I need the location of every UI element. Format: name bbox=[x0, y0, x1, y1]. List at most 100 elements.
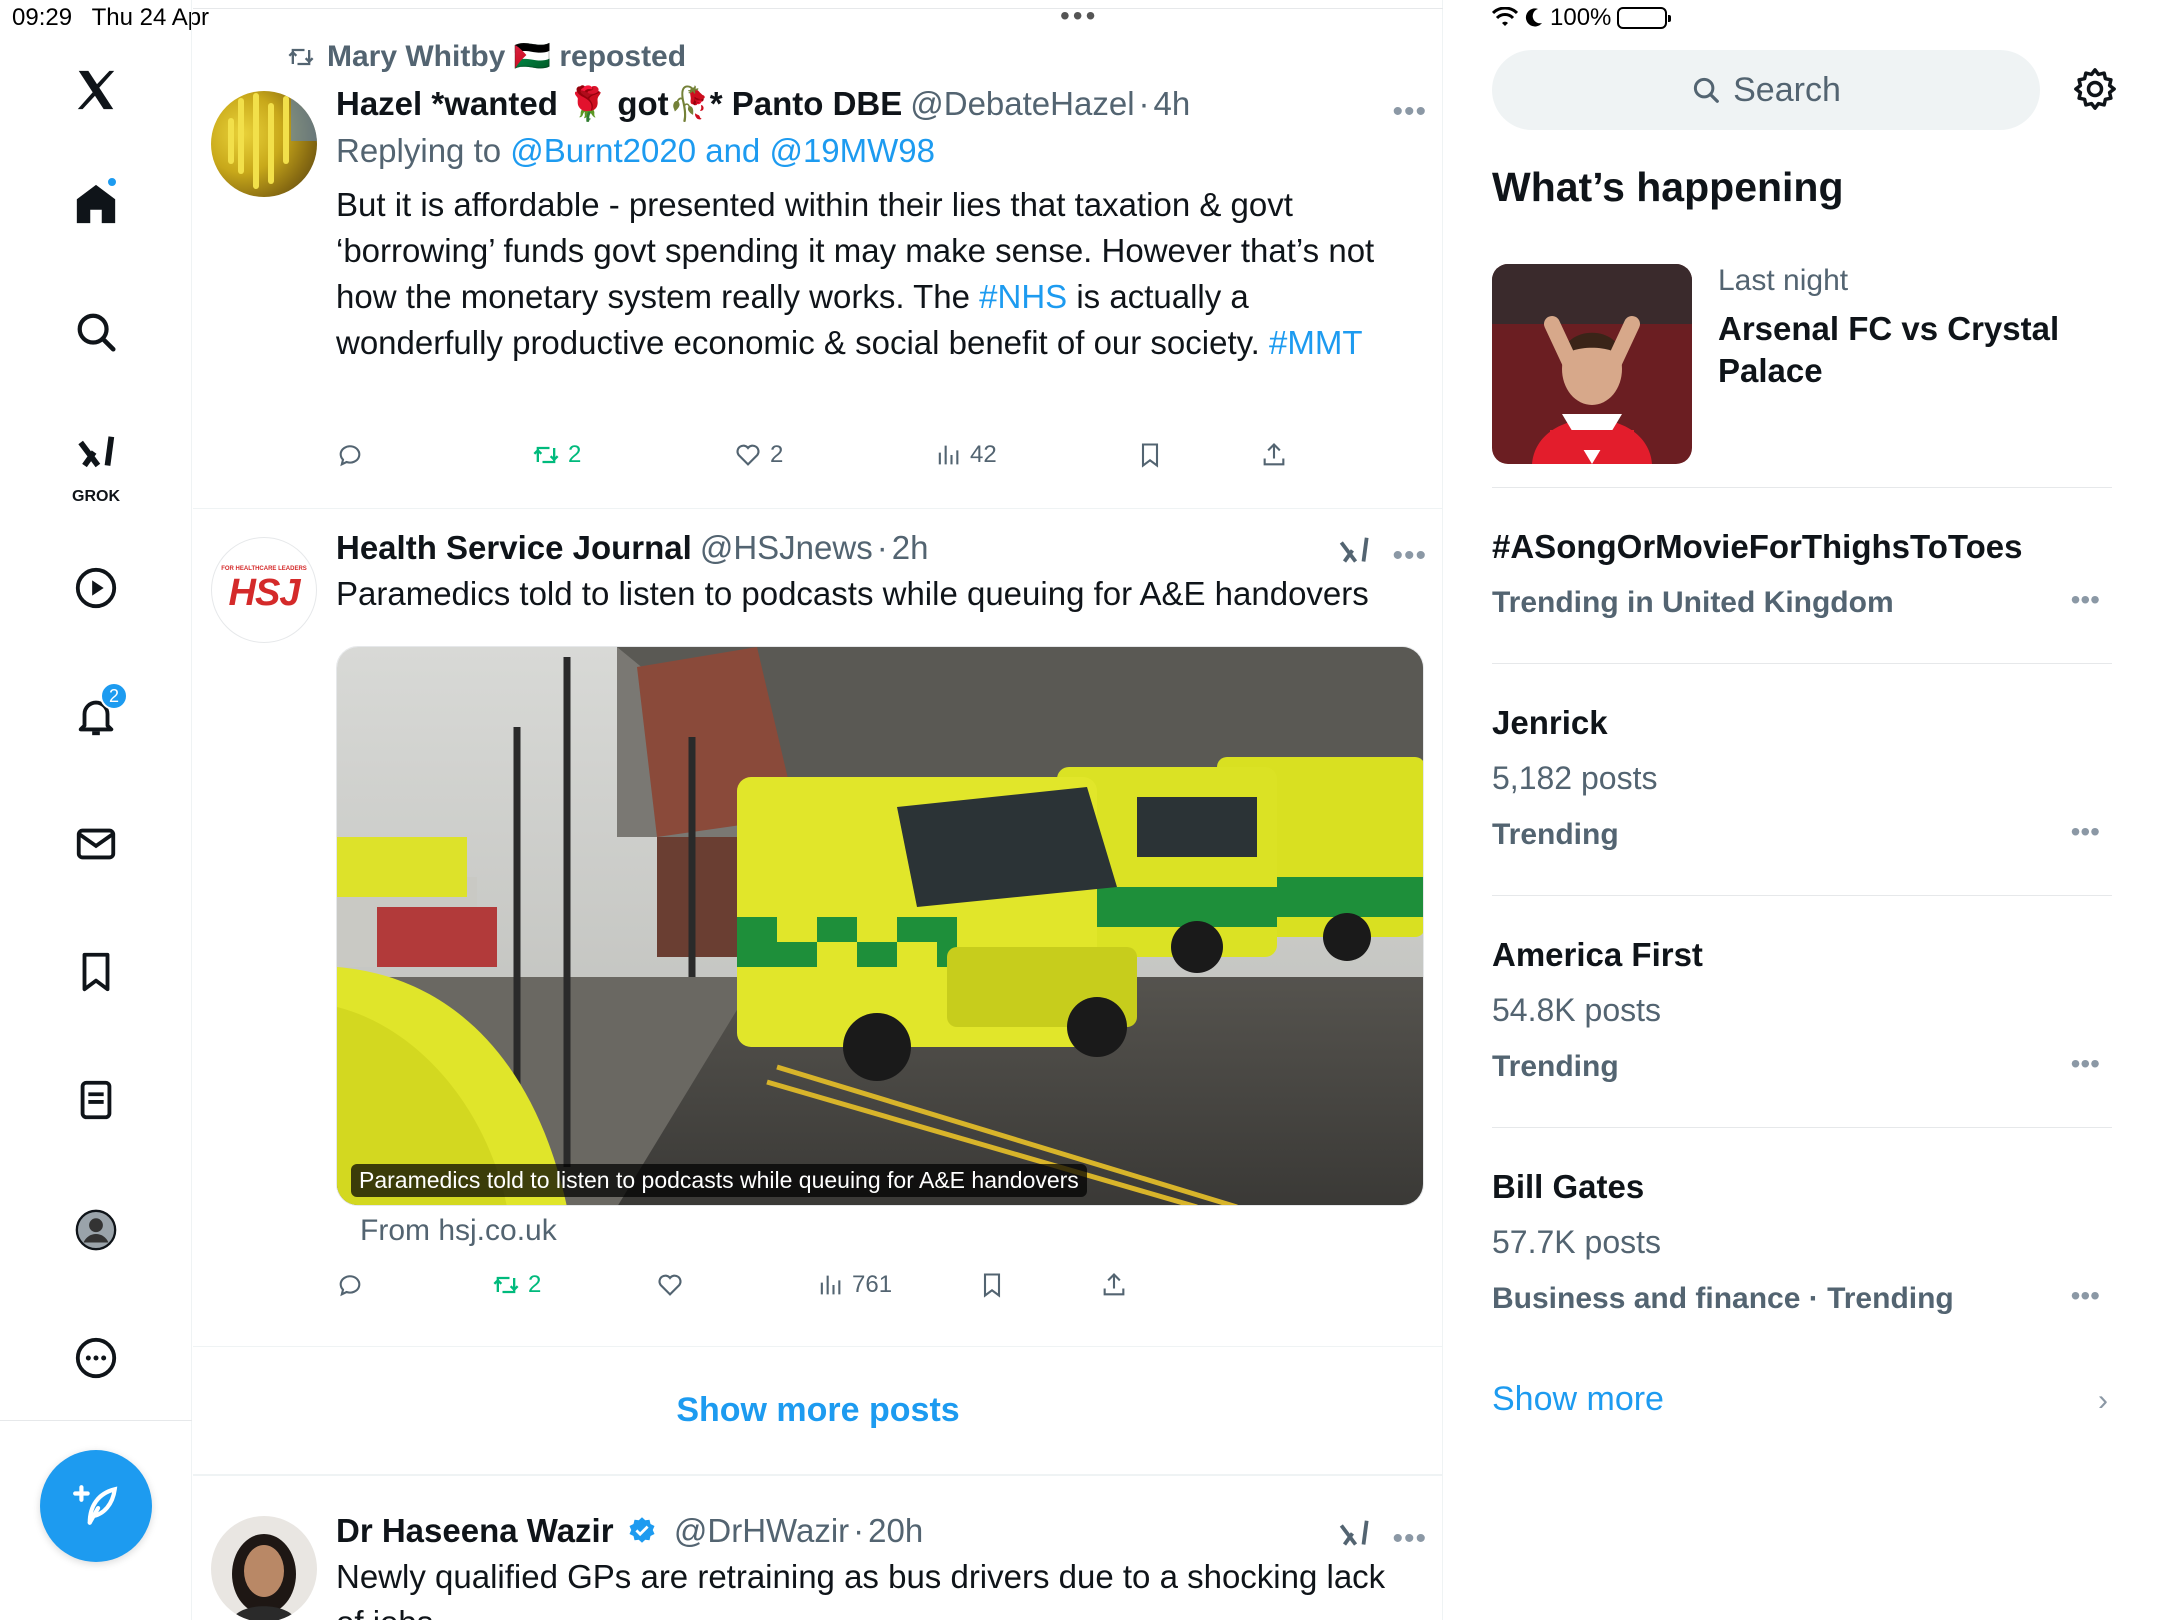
video-icon[interactable] bbox=[56, 548, 136, 628]
card-source[interactable]: From hsj.co.uk bbox=[360, 1214, 557, 1248]
whats-happening-heading: What’s happening bbox=[1492, 164, 1844, 210]
post-time: 20h bbox=[868, 1512, 924, 1549]
trend-context: Trending bbox=[1492, 1050, 1619, 1083]
x-logo-icon[interactable] bbox=[56, 50, 136, 130]
avatar[interactable]: FOR HEALTHCARE LEADERS HSJ bbox=[211, 537, 317, 643]
author-name[interactable]: Dr Haseena Wazir bbox=[336, 1512, 614, 1549]
reply-icon bbox=[339, 1275, 361, 1297]
search-input[interactable]: Search bbox=[1492, 50, 2040, 130]
compose-button[interactable] bbox=[40, 1450, 152, 1562]
author-name[interactable]: Health Service Journal bbox=[336, 529, 692, 566]
author-handle[interactable]: @DebateHazel bbox=[910, 85, 1134, 122]
show-more-link[interactable]: Show more bbox=[1492, 1380, 1664, 1419]
repost-count: 2 bbox=[528, 1271, 542, 1298]
hashtag-nhs[interactable]: #NHS bbox=[979, 278, 1067, 315]
post-text: Paramedics told to listen to podcasts wh… bbox=[336, 575, 1369, 612]
author-name[interactable]: Hazel *wanted 🌹 got🥀* Panto DBE bbox=[336, 85, 902, 122]
share-button[interactable] bbox=[1260, 441, 1288, 469]
featured-event[interactable]: Last night Arsenal FC vs Crystal Palace bbox=[1492, 264, 2112, 488]
post-hsj[interactable]: FOR HEALTHCARE LEADERS HSJ Health Servic… bbox=[193, 509, 1443, 1347]
trend-item[interactable]: #ASongOrMovieForThighsToToes Trending in… bbox=[1492, 488, 2112, 664]
show-more-posts-button[interactable]: Show more posts bbox=[193, 1347, 1443, 1475]
like-button[interactable] bbox=[656, 1271, 684, 1299]
grok-explain-icon[interactable] bbox=[1335, 1516, 1373, 1559]
chevron-right-icon[interactable]: › bbox=[2098, 1384, 2108, 1418]
reply-button[interactable] bbox=[336, 1271, 364, 1299]
trend-context: Business and finance · Trending bbox=[1492, 1282, 1954, 1315]
author-handle[interactable]: @HSJnews bbox=[700, 529, 873, 566]
more-options-icon[interactable]: ••• bbox=[1392, 95, 1427, 129]
hashtag-mmt[interactable]: #MMT bbox=[1269, 324, 1363, 361]
repost-count: 2 bbox=[568, 441, 582, 468]
bookmark-icon[interactable] bbox=[56, 932, 136, 1012]
link-card-image[interactable]: Paramedics told to listen to podcasts wh… bbox=[336, 646, 1424, 1206]
author-handle[interactable]: @DrHWazir bbox=[674, 1512, 849, 1549]
search-icon bbox=[1694, 77, 1719, 103]
profile-icon[interactable] bbox=[56, 1190, 136, 1270]
repost-button[interactable]: 2 bbox=[532, 441, 581, 469]
more-options-icon[interactable]: ••• bbox=[1392, 1522, 1427, 1556]
grok-icon[interactable]: GROK bbox=[56, 420, 136, 510]
home-icon[interactable] bbox=[56, 164, 136, 244]
avatar[interactable] bbox=[211, 91, 317, 197]
bookmark-icon bbox=[1141, 443, 1159, 468]
bookmark-icon bbox=[983, 1273, 1001, 1298]
more-options-icon[interactable]: ••• bbox=[1392, 539, 1427, 573]
post-header: Hazel *wanted 🌹 got🥀* Panto DBE @DebateHa… bbox=[336, 85, 1191, 122]
grok-explain-icon[interactable] bbox=[1335, 533, 1373, 576]
battery-percent: 100% bbox=[1550, 4, 1612, 31]
home-badge bbox=[106, 176, 118, 188]
card-caption: Paramedics told to listen to podcasts wh… bbox=[351, 1164, 1087, 1197]
repost-by[interactable]: Mary Whitby 🇵🇸 reposted bbox=[327, 39, 686, 74]
post-text: But it is affordable - presented within … bbox=[336, 186, 1375, 361]
nav-divider bbox=[0, 1420, 192, 1421]
list-icon[interactable] bbox=[56, 1060, 136, 1140]
repost-icon bbox=[493, 1276, 519, 1294]
trend-name: America First bbox=[1492, 936, 1703, 973]
battery-icon bbox=[1617, 7, 1672, 29]
avatar[interactable] bbox=[211, 1516, 317, 1620]
post-time: 4h bbox=[1153, 85, 1191, 122]
views-icon bbox=[938, 445, 959, 465]
bell-icon[interactable]: 2 bbox=[56, 676, 136, 756]
trend-item[interactable]: Bill Gates 57.7K posts Business and fina… bbox=[1492, 1128, 2112, 1360]
share-icon bbox=[1263, 443, 1285, 466]
post-wazir[interactable]: Dr Haseena Wazir @DrHWazir · 20h Newly qua… bbox=[193, 1475, 1443, 1620]
wifi-icon bbox=[1492, 7, 1518, 26]
gear-icon bbox=[2074, 68, 2116, 110]
mail-icon[interactable] bbox=[56, 804, 136, 884]
trend-more-icon[interactable]: ••• bbox=[2071, 816, 2100, 848]
trend-posts: 57.7K posts bbox=[1492, 1224, 1661, 1260]
trend-item[interactable]: America First 54.8K posts Trending ••• bbox=[1492, 896, 2112, 1128]
verified-badge-icon bbox=[629, 1517, 655, 1543]
reply-button[interactable] bbox=[336, 441, 364, 469]
trend-name: #ASongOrMovieForThighsToToes bbox=[1492, 528, 2023, 565]
more-icon[interactable] bbox=[56, 1318, 136, 1398]
trend-item[interactable]: Jenrick 5,182 posts Trending ••• bbox=[1492, 664, 2112, 896]
reply-to-link[interactable]: @Burnt2020 and @19MW98 bbox=[510, 132, 935, 169]
timeline: Mary Whitby 🇵🇸 reposted Hazel *wanted 🌹 … bbox=[193, 0, 1631, 1620]
views-button[interactable]: 761 bbox=[816, 1271, 892, 1299]
trend-name: Bill Gates bbox=[1492, 1168, 1645, 1205]
hsj-logo: HSJ bbox=[228, 571, 301, 614]
trend-more-icon[interactable]: ••• bbox=[2071, 1048, 2100, 1080]
share-button[interactable] bbox=[1100, 1271, 1128, 1299]
bookmark-button[interactable] bbox=[1136, 441, 1164, 469]
views-button[interactable]: 42 bbox=[934, 441, 997, 469]
reply-icon bbox=[339, 445, 361, 467]
notifications-badge: 2 bbox=[100, 682, 128, 710]
status-right: 100% bbox=[1492, 4, 2142, 32]
like-button[interactable]: 2 bbox=[734, 441, 783, 469]
bookmark-button[interactable] bbox=[978, 1271, 1006, 1299]
trend-more-icon[interactable]: ••• bbox=[2071, 584, 2100, 616]
settings-button[interactable] bbox=[2072, 66, 2118, 117]
repost-button[interactable]: 2 bbox=[492, 1271, 541, 1299]
post-hazel[interactable]: Mary Whitby 🇵🇸 reposted Hazel *wanted 🌹 … bbox=[193, 9, 1443, 509]
post-text: Newly qualified GPs are retraining as bu… bbox=[336, 1558, 1386, 1620]
post-time: 2h bbox=[891, 529, 929, 566]
post-header: Health Service Journal @HSJnews · 2h bbox=[336, 529, 929, 566]
trend-context: Trending bbox=[1492, 818, 1619, 851]
view-count: 42 bbox=[970, 441, 997, 468]
search-icon[interactable] bbox=[56, 292, 136, 372]
trend-more-icon[interactable]: ••• bbox=[2071, 1280, 2100, 1312]
